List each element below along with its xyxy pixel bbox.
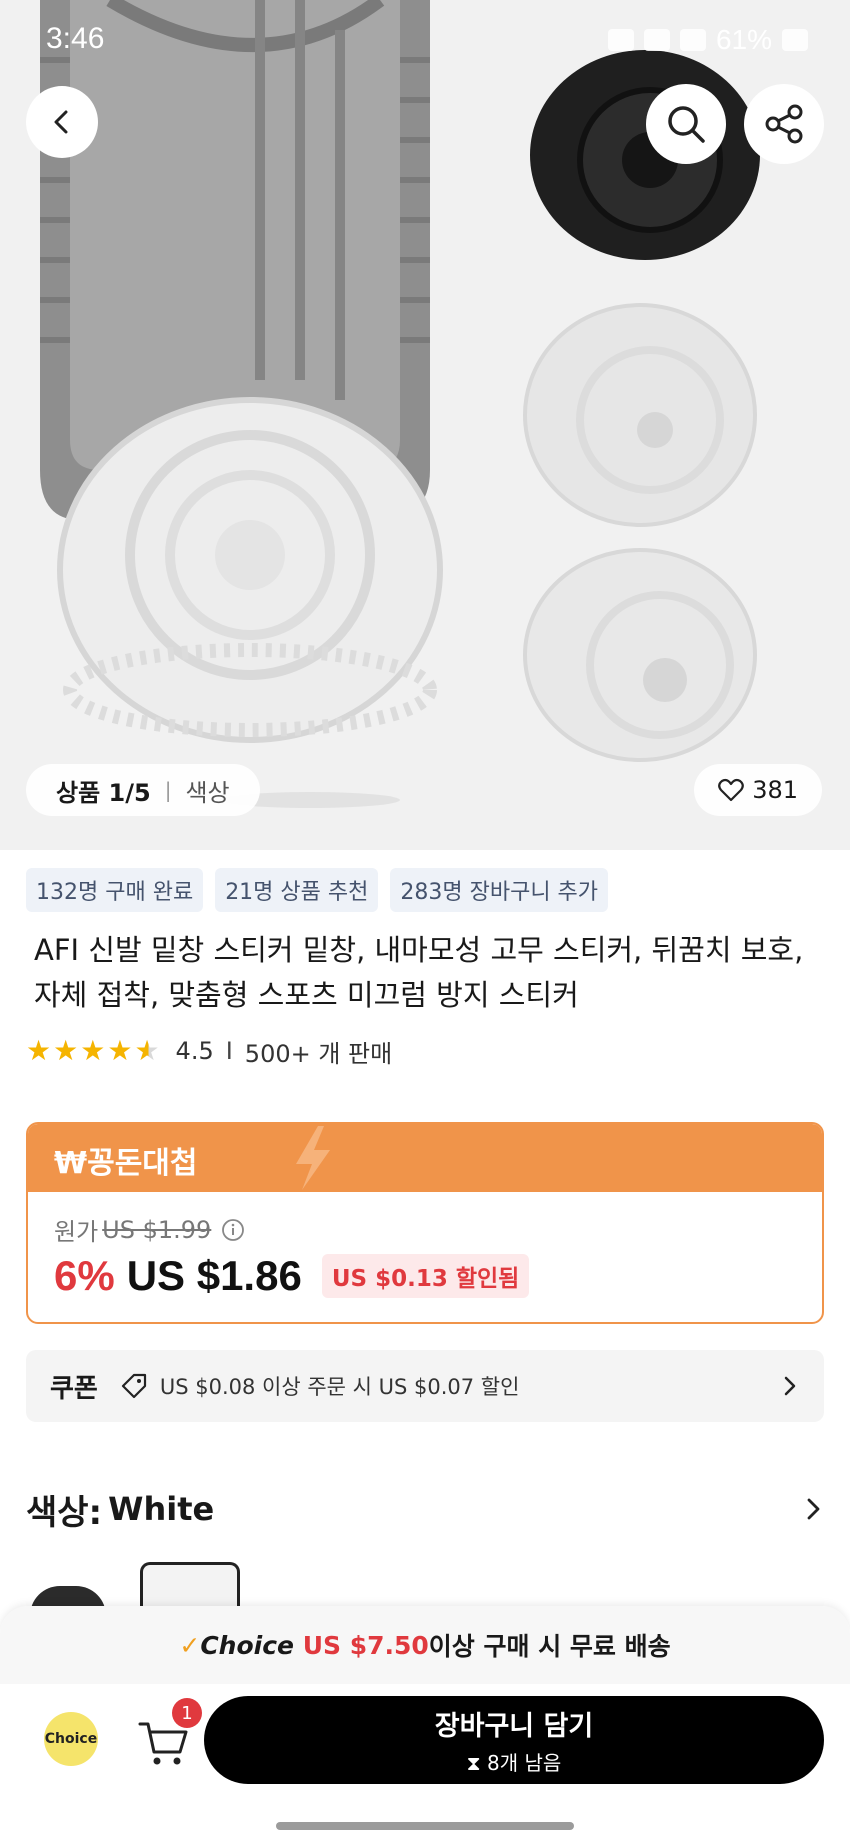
hourglass-icon: ⧗ (466, 1751, 488, 1775)
coupon-text: US $0.08 이상 주문 시 US $0.07 할인 (159, 1375, 520, 1399)
stock-remaining-row: ⧗ 8개 남음 (467, 1747, 562, 1776)
choice-label: Choice (200, 1630, 294, 1660)
share-icon (765, 104, 803, 144)
coupon-row[interactable]: 쿠폰 US $0.08 이상 주문 시 US $0.07 할인 (26, 1350, 824, 1422)
tag-added-to-cart: 283명 장바구니 추가 (390, 868, 609, 912)
wifi-icon (643, 29, 670, 51)
status-bar: 3:46 61% (0, 0, 850, 80)
search-icon (668, 106, 705, 143)
free-shipping-text: 이상 구매 시 무료 배송 (428, 1632, 671, 1661)
product-image-gallery[interactable]: 3:46 61% 상품 1/5 | 색상 381 (0, 0, 850, 850)
star-icon: ★ (80, 1034, 106, 1067)
sale-price: US $1.86 (126, 1252, 302, 1299)
heart-icon (718, 778, 745, 802)
price-row: 6% US $1.86 US $0.13 할인됨 (54, 1252, 530, 1300)
chevron-left-icon (54, 110, 68, 134)
check-icon: ✓ (179, 1630, 201, 1660)
color-key: 색상: (26, 1492, 103, 1533)
like-count: 381 (752, 776, 798, 804)
star-icon: ★ (26, 1034, 52, 1067)
rating-value: 4.5 (175, 1037, 214, 1065)
deal-label: ₩꽁돈대첩 (54, 1146, 198, 1181)
tag-purchased: 132명 구매 완료 (26, 868, 204, 912)
star-rating: ★ ★ ★ ★ ★ (26, 1037, 160, 1065)
signal-icon (679, 29, 706, 51)
tag-recommended: 21명 상품 추천 (215, 868, 379, 912)
battery-icon (782, 29, 808, 51)
free-shipping-banner: ✓ Choice US $7.50 이상 구매 시 무료 배송 (0, 1606, 850, 1684)
color-selector-header[interactable]: 색상: White (26, 1484, 824, 1534)
counter-separator: | (164, 778, 172, 802)
social-proof-tags: 132명 구매 완료 21명 상품 추천 283명 장바구니 추가 (26, 868, 609, 912)
star-icon: ★ (53, 1034, 79, 1067)
product-title: AFI 신발 밑창 스티커 밑창, 내마모성 고무 스티커, 뒤꿈치 보호, 자… (34, 933, 804, 1012)
choice-store-button[interactable]: Choice (44, 1712, 98, 1766)
color-value: White (108, 1490, 215, 1528)
notification-icon (607, 29, 634, 51)
status-icons: 61% (607, 24, 808, 56)
chevron-right-icon (784, 1376, 796, 1396)
cart-count-badge: 1 (172, 1698, 202, 1728)
saved-badge: US $0.13 할인됨 (321, 1254, 530, 1298)
wishlist-button[interactable]: 381 (694, 764, 822, 816)
bottom-action-sheet: ✓ Choice US $7.50 이상 구매 시 무료 배송 Choice 장… (0, 1606, 850, 1842)
half-star-icon: ★ (134, 1034, 160, 1067)
image-counter[interactable]: 상품 1/5 | 색상 (26, 764, 260, 816)
tag-icon (121, 1373, 146, 1399)
original-price-row: 원가 US $1.99 (54, 1212, 245, 1247)
home-indicator[interactable] (276, 1822, 574, 1830)
image-counter-text: 상품 1/5 (56, 778, 151, 807)
deal-header: ₩꽁돈대첩 (28, 1124, 822, 1192)
rating-row[interactable]: ★ ★ ★ ★ ★ 4.5 I 500+ 개 판매 (26, 1034, 392, 1068)
color-label: 색상 (185, 778, 230, 807)
share-button[interactable] (744, 84, 824, 164)
free-shipping-threshold: US $7.50 (302, 1630, 429, 1660)
sold-count: 500+ 개 판매 (244, 1039, 393, 1068)
battery-percent: 61% (715, 24, 772, 55)
rating-separator: I (225, 1037, 233, 1065)
search-button[interactable] (646, 84, 726, 164)
original-price-label: 원가 (54, 1218, 99, 1246)
add-to-cart-button[interactable]: 장바구니 담기 ⧗ 8개 남음 (204, 1696, 824, 1784)
back-button[interactable] (26, 86, 98, 158)
stock-remaining: 8개 남음 (487, 1751, 562, 1775)
star-icon: ★ (107, 1034, 133, 1067)
add-to-cart-label: 장바구니 담기 (434, 1711, 594, 1742)
lightning-icon (296, 1126, 330, 1190)
info-icon[interactable] (221, 1218, 245, 1242)
coupon-label: 쿠폰 (50, 1373, 98, 1404)
discount-percent: 6% (54, 1252, 115, 1299)
deal-card: ₩꽁돈대첩 원가 US $1.99 6% US $1.86 US $0.13 할… (26, 1122, 824, 1324)
original-price: US $1.99 (102, 1215, 212, 1244)
status-time: 3:46 (46, 22, 105, 55)
chevron-right-icon (807, 1498, 820, 1520)
